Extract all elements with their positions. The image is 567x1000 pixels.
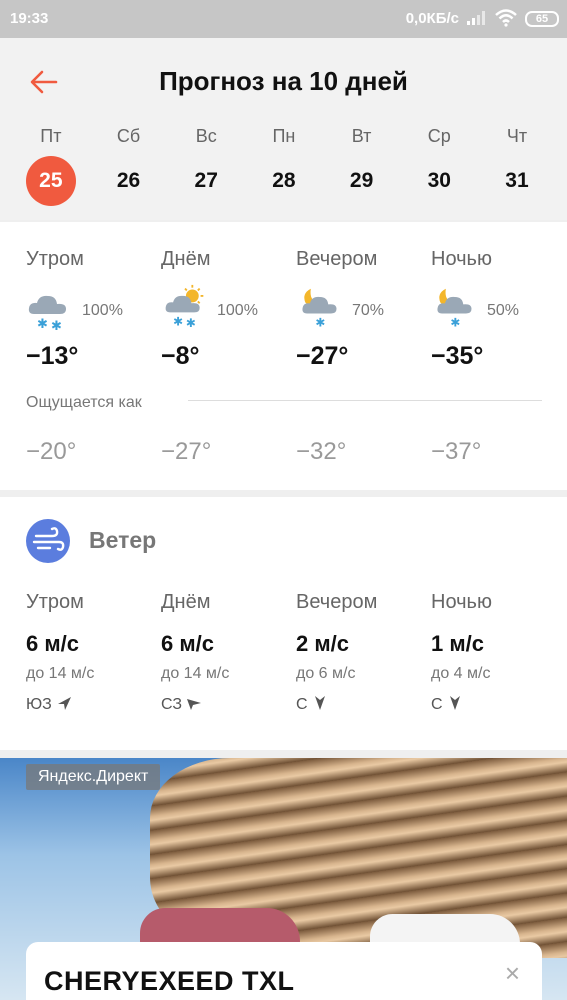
header: Прогноз на 10 дней Пт 25 Сб 26 Вс 27 Пн 28 В… bbox=[0, 38, 567, 220]
svg-text:✱: ✱ bbox=[186, 316, 196, 328]
wind-speed: 1 м/с bbox=[431, 631, 484, 656]
day-selector: Пт 25 Сб 26 Вс 27 Пн 28 Вт 29 Ср 30 Чт 31 bbox=[12, 126, 556, 206]
svg-text:✱: ✱ bbox=[173, 314, 183, 328]
day-item[interactable]: Вт 29 bbox=[323, 126, 401, 206]
day-item[interactable]: Пт 25 bbox=[12, 126, 90, 206]
ad-source-label: Яндекс.Директ bbox=[26, 764, 161, 790]
period-label: Вечером bbox=[296, 248, 378, 270]
period-label: Днём bbox=[161, 591, 211, 613]
wind-direction-label: С bbox=[431, 696, 443, 713]
precip-chance: 50% bbox=[487, 302, 520, 319]
wind-direction-label: ЮЗ bbox=[26, 696, 52, 713]
feels-like-temp: −27° bbox=[161, 438, 212, 465]
period-label: Утром bbox=[26, 248, 84, 270]
status-bar: 19:33 0,0КБ/с 65 bbox=[0, 0, 567, 38]
direction-arrow-icon bbox=[314, 696, 325, 710]
wind-direction: С bbox=[431, 695, 463, 714]
partly-sunny-snow-icon: ✱ ✱ bbox=[165, 284, 204, 328]
ad-banner[interactable]: Яндекс.Директ CHERYEXEED TXL × bbox=[0, 758, 567, 1000]
day-number: 30 bbox=[427, 169, 451, 192]
temperature: −27° bbox=[296, 342, 349, 370]
day-number: 26 bbox=[116, 169, 141, 192]
direction-arrow-icon bbox=[57, 697, 71, 710]
wind-direction: С bbox=[296, 695, 328, 714]
precip-chance: 100% bbox=[82, 302, 123, 319]
day-of-week: Пт bbox=[40, 126, 62, 146]
feels-like-label: Ощущается как bbox=[26, 394, 142, 411]
wind-direction: ЮЗ bbox=[26, 695, 72, 714]
ad-title: CHERYEXEED TXL bbox=[44, 966, 295, 996]
divider bbox=[188, 400, 542, 401]
feels-like-temp: −37° bbox=[431, 438, 482, 465]
wind-gust: до 14 м/с bbox=[26, 665, 95, 682]
wind-title: Ветер bbox=[89, 527, 157, 553]
period-label: Днём bbox=[161, 248, 211, 270]
day-number: 27 bbox=[194, 169, 218, 192]
battery-icon: 65 bbox=[525, 11, 559, 27]
temperature: −8° bbox=[161, 342, 200, 370]
status-net-speed: 0,0КБ/с bbox=[405, 10, 459, 27]
day-item[interactable]: Вс 27 bbox=[167, 126, 245, 206]
day-of-week: Ср bbox=[427, 126, 451, 146]
signal-icon bbox=[467, 11, 485, 25]
day-of-week: Вс bbox=[195, 126, 217, 146]
svg-text:✱: ✱ bbox=[450, 315, 460, 329]
wind-direction-label: С bbox=[296, 696, 308, 713]
day-number: 25 bbox=[25, 156, 76, 206]
feels-like-temp: −20° bbox=[26, 438, 77, 465]
direction-arrow-icon bbox=[449, 696, 460, 710]
ad-card[interactable]: CHERYEXEED TXL × bbox=[26, 942, 542, 1000]
day-number: 28 bbox=[272, 169, 296, 192]
wind-gust: до 4 м/с bbox=[431, 665, 491, 682]
direction-arrow-icon bbox=[187, 699, 202, 710]
day-item[interactable]: Пн 28 bbox=[245, 126, 323, 206]
day-of-week: Вт bbox=[351, 126, 372, 146]
wind-direction-label: СЗ bbox=[161, 696, 183, 713]
day-of-week: Сб bbox=[116, 126, 141, 146]
moon-cloud-snow-icon: ✱ bbox=[302, 288, 337, 329]
precip-chance: 70% bbox=[352, 302, 385, 319]
wind-gust: до 6 м/с bbox=[296, 665, 356, 682]
wind-gust: до 14 м/с bbox=[161, 665, 230, 682]
wind-speed: 2 м/с bbox=[296, 631, 349, 656]
page-title: Прогноз на 10 дней bbox=[159, 66, 408, 96]
wind-speed: 6 м/с bbox=[26, 631, 79, 656]
temperature: −35° bbox=[431, 342, 484, 370]
forecast-card: Утром ✱ ✱ 100% −13° Днём ✱ ✱ 100% −8° Ве… bbox=[0, 222, 567, 490]
svg-text:✱: ✱ bbox=[51, 319, 62, 332]
wind-card: Ветер Утром 6 м/с до 14 м/с ЮЗ Днём 6 м/… bbox=[0, 497, 567, 750]
cloud-snow-icon: ✱ ✱ bbox=[28, 295, 66, 332]
wifi-icon bbox=[495, 9, 517, 27]
svg-text:✱: ✱ bbox=[37, 317, 48, 332]
feels-like-temp: −32° bbox=[296, 438, 347, 465]
moon-cloud-snow-icon: ✱ bbox=[437, 288, 472, 329]
wind-speed: 6 м/с bbox=[161, 631, 214, 656]
svg-text:✱: ✱ bbox=[315, 315, 325, 329]
period-label: Вечером bbox=[296, 591, 378, 613]
day-number: 31 bbox=[505, 169, 529, 192]
wind-icon bbox=[26, 519, 70, 563]
temperature: −13° bbox=[26, 342, 79, 370]
period-label: Ночью bbox=[431, 248, 492, 270]
day-item[interactable]: Сб 26 bbox=[90, 126, 168, 206]
close-icon[interactable]: × bbox=[505, 958, 520, 989]
day-of-week: Чт bbox=[506, 126, 528, 146]
day-number: 29 bbox=[349, 169, 374, 192]
day-of-week: Пн bbox=[272, 126, 296, 146]
wind-direction: СЗ bbox=[161, 695, 202, 714]
status-time: 19:33 bbox=[10, 10, 49, 27]
period-label: Утром bbox=[26, 591, 84, 613]
precip-chance: 100% bbox=[217, 302, 258, 319]
period-label: Ночью bbox=[431, 591, 492, 613]
day-item[interactable]: Чт 31 bbox=[478, 126, 556, 206]
day-item[interactable]: Ср 30 bbox=[400, 126, 478, 206]
